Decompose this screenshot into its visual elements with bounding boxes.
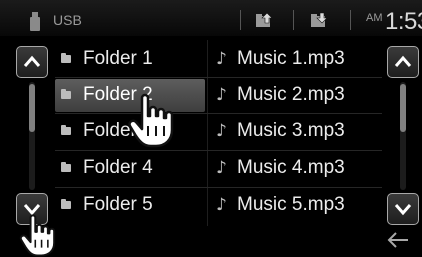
row-divider [55, 113, 382, 114]
status-divider [350, 10, 351, 30]
status-divider [240, 10, 241, 30]
row-divider [55, 187, 382, 188]
track-label: Music 1.mp3 [237, 48, 345, 69]
track-item[interactable]: ♪ Music 4.mp3 [210, 152, 382, 185]
track-scroll-down-button[interactable] [387, 193, 419, 225]
folder-label: Folder 4 [83, 157, 153, 178]
folder-icon [61, 199, 71, 209]
touch-hand-icon [128, 93, 174, 148]
music-note-icon: ♪ [216, 85, 227, 105]
music-note-icon: ♪ [216, 121, 227, 141]
folder-label: Folder 1 [83, 48, 153, 69]
folder-icon [61, 125, 71, 135]
music-note-icon: ♪ [216, 49, 227, 69]
folder-up-icon[interactable] [254, 11, 274, 29]
folder-icon [61, 89, 71, 99]
back-arrow-icon[interactable] [386, 230, 410, 250]
track-label: Music 5.mp3 [237, 194, 345, 215]
track-scroll-thumb[interactable] [400, 84, 406, 132]
folder-scroll-up-button[interactable] [16, 46, 48, 78]
folder-icon [61, 53, 71, 63]
music-note-icon: ♪ [216, 195, 227, 215]
track-label: Music 2.mp3 [237, 84, 345, 105]
status-divider [293, 10, 294, 30]
status-bar: USB AM 1:53 [0, 0, 422, 36]
track-item[interactable]: ♪ Music 3.mp3 [210, 115, 382, 148]
track-scroll-up-button[interactable] [387, 46, 419, 78]
track-item[interactable]: ♪ Music 2.mp3 [210, 79, 382, 112]
folder-item[interactable]: Folder 4 [55, 152, 205, 185]
track-item[interactable]: ♪ Music 5.mp3 [210, 189, 382, 222]
folder-item[interactable]: Folder 5 [55, 189, 205, 222]
usb-browser-screen: USB AM 1:53 [0, 0, 422, 257]
clock: 1:53 [385, 8, 422, 35]
folder-item[interactable]: Folder 1 [55, 43, 205, 76]
track-label: Music 4.mp3 [237, 157, 345, 178]
column-divider [207, 40, 208, 226]
track-item[interactable]: ♪ Music 1.mp3 [210, 43, 382, 76]
folder-label: Folder 5 [83, 194, 153, 215]
folder-icon [61, 162, 71, 172]
am-indicator: AM [366, 12, 383, 24]
usb-stick-icon [30, 12, 40, 31]
chevron-up-icon [394, 55, 412, 67]
touch-hand-icon [19, 214, 56, 257]
music-note-icon: ♪ [216, 158, 227, 178]
source-label: USB [53, 12, 82, 28]
folder-scroll-thumb[interactable] [29, 84, 35, 132]
track-label: Music 3.mp3 [237, 120, 345, 141]
row-divider [55, 77, 382, 78]
chevron-down-icon [394, 204, 412, 216]
folder-down-icon[interactable] [309, 11, 329, 29]
chevron-up-icon [23, 55, 41, 67]
row-divider [55, 150, 382, 151]
